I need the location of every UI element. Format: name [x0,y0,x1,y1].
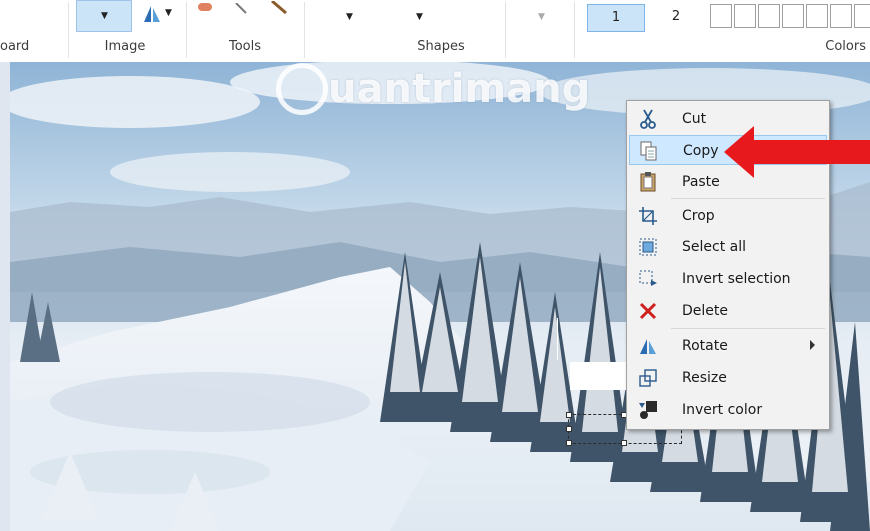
watermark-text: uantrimang [328,66,591,112]
menu-item-label: Invert selection [682,271,791,287]
select-all-icon [639,238,657,256]
rotate-tool-button[interactable]: ▼ [138,0,178,30]
menu-item-label: Rotate [682,338,728,354]
menu-item-invert-color[interactable]: Invert color [629,395,827,425]
pencil-icon [198,3,212,11]
copy-icon [640,141,657,161]
color-1-button[interactable]: 1 [587,4,645,32]
color-picker-tool-button[interactable] [234,0,252,14]
color-swatch[interactable] [806,4,828,28]
color-picker-icon [235,2,247,14]
outline-dropdown-chevron-icon[interactable]: ▼ [346,12,353,22]
color-swatch[interactable] [710,4,732,28]
invert-selection-icon [639,270,657,286]
menu-item-rotate[interactable]: Rotate [629,331,827,361]
menu-item-label: Select all [682,239,746,255]
menu-item-label: Resize [682,370,727,386]
group-separator [186,2,187,58]
selection-handle[interactable] [566,426,572,432]
menu-item-delete[interactable]: Delete [629,296,827,326]
menu-item-crop[interactable]: Crop [629,201,827,231]
group-separator [304,2,305,58]
rotate-icon [640,339,656,354]
menu-item-select-all[interactable]: Select all [629,232,827,262]
selection-handle[interactable] [566,440,572,446]
menu-item-label: Crop [682,208,715,224]
menu-item-label: Delete [682,303,728,319]
magnifier-tool-button[interactable] [268,0,290,15]
watermark-logo-icon [276,63,328,115]
canvas-margin [0,62,10,531]
image-group-label: Image [104,39,146,54]
menu-item-label: Cut [682,111,707,127]
selection-handle[interactable] [566,412,572,418]
clipboard-icon [640,172,656,192]
ribbon: ▼ ▼ ▼ ▼ ▼ 1 2 oard Image Tools Shapes Co… [0,0,870,63]
scissors-icon [640,109,656,129]
color-swatch[interactable] [782,4,804,28]
menu-item-label: Copy [683,143,719,159]
submenu-arrow-icon [810,340,815,350]
tools-group-label: Tools [228,39,262,54]
magnifier-icon [271,0,287,15]
delete-x-icon [639,302,657,320]
color-2-button[interactable]: 2 [648,4,704,30]
group-separator [68,2,69,58]
menu-separator [671,198,825,199]
color-swatch[interactable] [734,4,756,28]
color-swatch[interactable] [854,4,870,28]
select-dropdown-button[interactable]: ▼ [76,0,132,32]
invert-color-icon [639,401,657,419]
rotate-icon [144,6,160,22]
menu-separator [671,328,825,329]
clipboard-group-label: oard [0,39,30,54]
color-1-label: 1 [611,10,621,25]
menu-item-label: Invert color [682,402,763,418]
shapes-group-label: Shapes [417,39,465,54]
group-separator [574,2,575,58]
fill-dropdown-chevron-icon[interactable]: ▼ [416,12,423,22]
color-swatch[interactable] [830,4,852,28]
red-arrow-icon [724,126,870,178]
color-2-label: 2 [671,9,681,24]
menu-item-resize[interactable]: Resize [629,363,827,393]
chevron-down-icon: ▼ [101,11,108,21]
color-swatch[interactable] [758,4,780,28]
group-separator [505,2,506,58]
size-dropdown-chevron-icon[interactable]: ▼ [538,12,545,22]
selection-edge [557,318,558,360]
resize-icon [639,369,657,387]
watermark: uantrimang [276,62,590,120]
selection-fill [570,362,630,390]
chevron-down-icon: ▼ [165,8,172,18]
crop-icon [639,207,657,225]
selection-handle[interactable] [621,440,627,446]
pencil-tool-button[interactable] [196,0,218,12]
colors-group-label: Colors [825,39,866,54]
menu-item-invert-selection[interactable]: Invert selection [629,264,827,294]
menu-item-label: Paste [682,174,720,190]
